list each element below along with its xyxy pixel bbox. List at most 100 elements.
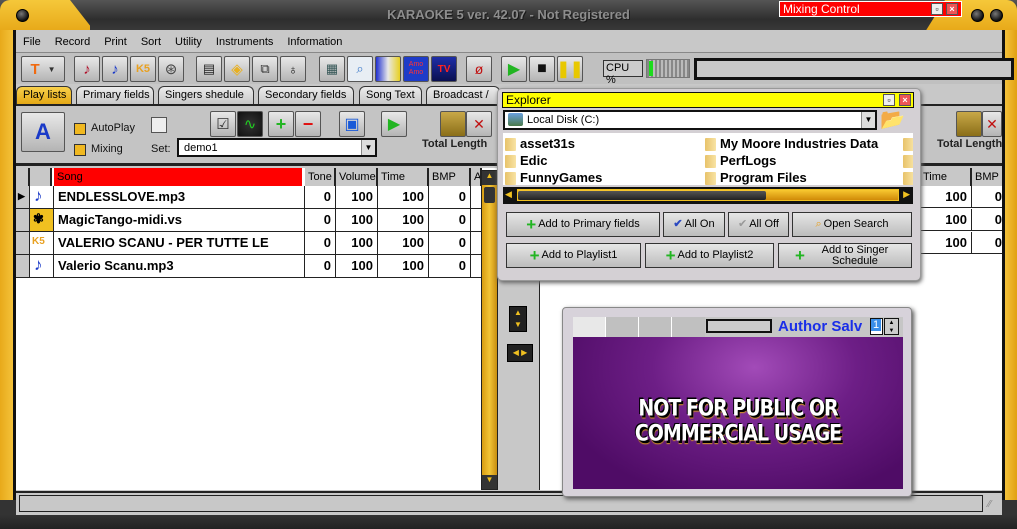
pause-icon[interactable]: ❚❚ <box>557 56 583 82</box>
mixing-control-window[interactable]: Mixing Control ▫ × <box>779 1 962 17</box>
tab-singers-shedule[interactable]: Singers shedule <box>158 86 254 104</box>
mixing-checkbox[interactable] <box>74 144 86 156</box>
open-folder-icon[interactable]: 📂 <box>880 110 912 132</box>
menu-instruments[interactable]: Instruments <box>209 33 280 51</box>
equalizer-icon[interactable] <box>375 56 401 82</box>
play-playlist-icon[interactable]: ▶ <box>381 111 407 137</box>
folder-horizontal-scrollbar[interactable]: ◀ ▶ <box>503 187 913 204</box>
tab-broadcast[interactable]: Broadcast / <box>426 86 500 104</box>
move-up-down-icon[interactable]: ▲ ▼ <box>509 306 527 332</box>
scroll-right-icon[interactable]: ▶ <box>903 189 910 200</box>
video-tab[interactable] <box>639 317 672 337</box>
menu-sort[interactable]: Sort <box>134 33 168 51</box>
table-row[interactable]: ▶ ♪ ENDLESSLOVE.mp3 0 100 100 0 <box>16 186 482 209</box>
column-header-time[interactable]: Time <box>378 168 429 186</box>
folder-item[interactable]: asset31s <box>503 136 575 151</box>
folder-item[interactable]: My Moore Industries Data <box>703 136 878 151</box>
menu-information[interactable]: Information <box>280 33 349 51</box>
picture-search-icon[interactable]: ⌕ <box>347 56 373 82</box>
blue-note-icon[interactable]: ♪ <box>102 56 128 82</box>
table-row[interactable]: K5 VALERIO SCANU - PER TUTTE LE 0 100 10… <box>16 232 482 255</box>
table-row[interactable]: ✾ MagicTango-midi.vs 0 100 100 0 <box>16 209 482 232</box>
tv-icon[interactable]: TV <box>431 56 457 82</box>
scroll-thumb[interactable] <box>484 187 495 203</box>
amo-amo-icon[interactable]: Amo Amo <box>403 56 429 82</box>
delete-list-icon-2[interactable]: ✕ <box>982 111 1002 137</box>
move-left-right-icon[interactable]: ◀ ▶ <box>507 344 533 362</box>
add-icon[interactable]: + <box>268 111 294 137</box>
add-to-primary-fields-button[interactable]: + Add to Primary fields <box>506 212 660 237</box>
menu-file[interactable]: File <box>16 33 48 51</box>
folder-item[interactable]: PerfLogs <box>703 153 776 168</box>
scroll-down-icon[interactable]: ▼ <box>482 475 497 489</box>
ghost-icon[interactable]: ø <box>466 56 492 82</box>
all-on-button[interactable]: ✔ All On <box>663 212 725 237</box>
open-folder-icon[interactable]: ◈ <box>224 56 250 82</box>
column-header-bmp-2[interactable]: BMP <box>972 168 1002 186</box>
chevron-down-icon[interactable]: ▼ <box>361 140 375 155</box>
checklist-icon[interactable]: ☑ <box>210 111 236 137</box>
video-tab[interactable] <box>573 317 606 337</box>
scroll-thumb[interactable] <box>518 191 766 200</box>
folder-item[interactable]: Program Files <box>703 170 807 185</box>
all-off-button[interactable]: ✔ All Off <box>728 212 789 237</box>
waveform-icon[interactable]: ∿ <box>237 111 263 137</box>
table-row[interactable]: ♪ Valerio Scanu.mp3 0 100 100 0 <box>16 255 482 278</box>
set-dropdown[interactable]: demo1 ▼ <box>177 138 377 157</box>
open-search-button[interactable]: ⌕ Open Search <box>792 212 912 237</box>
add-to-playlist2-button[interactable]: + Add to Playlist2 <box>645 243 774 268</box>
column-header-bmp[interactable]: BMP <box>429 168 471 186</box>
folder-item[interactable]: Edic <box>503 153 547 168</box>
mixer-icon[interactable]: ▦ <box>319 56 345 82</box>
stop-icon[interactable]: ■ <box>529 56 555 82</box>
export-icon[interactable]: ▤ <box>196 56 222 82</box>
video-tab[interactable] <box>672 317 705 337</box>
all-off-label: All Off <box>749 218 779 230</box>
add-to-playlist1-button[interactable]: + Add to Playlist1 <box>506 243 641 268</box>
column-header-tone[interactable]: Tone <box>305 168 336 186</box>
text-tool-icon[interactable]: T ▼ <box>21 56 65 82</box>
spin-input[interactable]: 1 <box>870 318 883 335</box>
tab-secondary-fields[interactable]: Secondary fields <box>258 86 354 104</box>
auto-arrange-icon[interactable]: A <box>21 112 65 152</box>
column-header-time-2[interactable]: Time <box>920 168 972 186</box>
column-header-song[interactable]: Song <box>54 168 302 186</box>
close-icon[interactable]: × <box>946 3 958 15</box>
explorer-title-bar[interactable]: Explorer ▫ × <box>502 92 914 108</box>
menu-utility[interactable]: Utility <box>168 33 209 51</box>
menu-record[interactable]: Record <box>48 33 97 51</box>
microphone-icon[interactable]: ♁ <box>280 56 306 82</box>
restore-icon[interactable]: ▫ <box>931 3 943 15</box>
note-icon[interactable] <box>440 111 466 137</box>
plus-icon: + <box>795 246 805 265</box>
chevron-down-icon[interactable]: ▼ <box>861 112 875 128</box>
scroll-track[interactable] <box>517 189 899 201</box>
restore-icon[interactable]: ▫ <box>883 94 895 106</box>
column-header-volume[interactable]: Volume <box>336 168 378 186</box>
tab-song-text[interactable]: Song Text <box>359 86 422 104</box>
spin-arrows[interactable]: ▲ ▼ <box>884 318 899 335</box>
close-icon[interactable]: × <box>899 94 911 106</box>
resize-grip-icon[interactable]: ⁄⁄ <box>988 499 991 510</box>
scroll-left-icon[interactable]: ◀ <box>505 189 512 200</box>
folder-item[interactable]: FunnyGames <box>503 170 602 185</box>
drive-selector[interactable]: Local Disk (C:) ▼ <box>503 110 877 130</box>
k5-icon[interactable]: K5 <box>130 56 156 82</box>
add-to-singer-schedule-button[interactable]: + Add to Singer Schedule <box>778 243 912 268</box>
play-icon[interactable]: ▶ <box>501 56 527 82</box>
scroll-up-icon[interactable]: ▲ <box>482 171 497 185</box>
red-note-icon[interactable]: ♪ <box>74 56 100 82</box>
delete-list-icon[interactable]: ✕ <box>466 111 492 137</box>
remove-icon[interactable]: − <box>295 111 321 137</box>
film-reel-icon[interactable]: ⊛ <box>158 56 184 82</box>
tab-play-lists[interactable]: Play lists <box>16 86 72 104</box>
document-search-icon[interactable]: ⧉ <box>252 56 278 82</box>
video-tab[interactable] <box>606 317 639 337</box>
save-icon[interactable]: ▣ <box>339 111 365 137</box>
menu-print[interactable]: Print <box>97 33 134 51</box>
note-icon-2[interactable] <box>956 111 982 137</box>
playlist-vertical-scrollbar[interactable]: ▲ ▼ <box>481 170 498 490</box>
autoplay-checkbox[interactable] <box>74 123 86 135</box>
tab-primary-fields[interactable]: Primary fields <box>76 86 154 104</box>
color-swatch[interactable] <box>151 117 167 133</box>
